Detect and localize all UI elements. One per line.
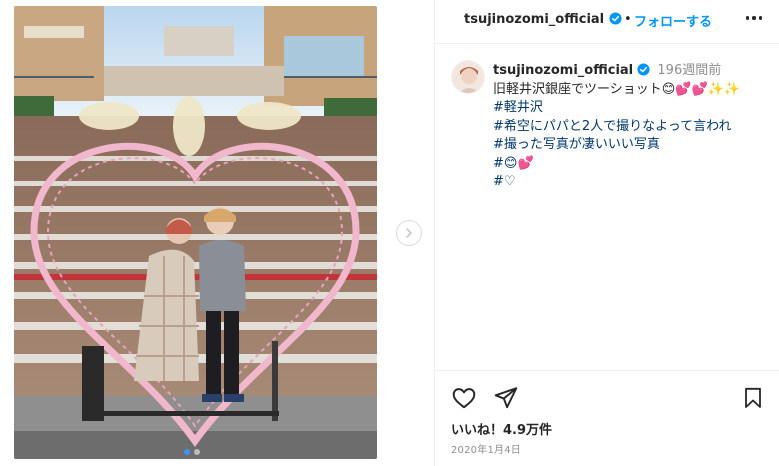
post-date[interactable]: 2020年1月4日 bbox=[451, 441, 521, 456]
avatar-image bbox=[452, 61, 484, 93]
hashtag-link[interactable]: #軽井沢 bbox=[493, 99, 779, 118]
caption-text: 旧軽井沢銀座でツーショット😊💕💕✨✨ bbox=[493, 81, 741, 97]
carousel-dot bbox=[194, 449, 200, 455]
header-separator: • bbox=[624, 12, 632, 27]
header-username[interactable]: tsujinozomi_official bbox=[464, 12, 604, 27]
instagram-post-window: tsujinozomi_official • フォローする tsujinozom… bbox=[0, 0, 779, 466]
verified-badge-icon bbox=[609, 12, 622, 25]
carousel-next-button[interactable] bbox=[396, 220, 422, 246]
post-header: tsujinozomi_official • フォローする bbox=[435, 0, 779, 44]
post-actions: いいね！4.9万件 2020年1月4日 bbox=[435, 370, 779, 466]
post-media-area bbox=[0, 0, 434, 466]
share-button[interactable] bbox=[493, 385, 519, 411]
chevron-right-icon bbox=[406, 228, 412, 238]
paper-plane-icon bbox=[494, 387, 518, 409]
follow-button[interactable]: フォローする bbox=[634, 11, 712, 30]
caption-body: tsujinozomi_official 196週間前 旧軽井沢銀座でツーショッ… bbox=[493, 62, 779, 192]
more-horizontal-icon bbox=[758, 16, 763, 20]
carousel-indicator bbox=[184, 449, 200, 455]
more-horizontal-icon bbox=[752, 16, 756, 20]
header-username-link[interactable]: tsujinozomi_official bbox=[464, 12, 622, 27]
hashtag-link[interactable]: #♡ bbox=[493, 173, 779, 192]
more-options-button[interactable] bbox=[743, 10, 765, 26]
save-button[interactable] bbox=[741, 385, 765, 411]
caption-username[interactable]: tsujinozomi_official bbox=[493, 63, 633, 78]
more-horizontal-icon bbox=[745, 16, 750, 20]
like-button[interactable] bbox=[451, 385, 477, 411]
bookmark-outline-icon bbox=[745, 387, 761, 408]
photo-illustration bbox=[14, 6, 377, 459]
avatar[interactable] bbox=[451, 60, 485, 94]
hashtag-link[interactable]: #撮った写真が凄いいい写真 bbox=[493, 136, 779, 155]
caption-timestamp[interactable]: 196週間前 bbox=[657, 63, 721, 78]
hashtag-link[interactable]: #😊💕 bbox=[493, 155, 779, 174]
hashtag-link[interactable]: #希空にパパと2人で撮りなよって言われ bbox=[493, 118, 779, 137]
post-photo[interactable] bbox=[14, 6, 377, 459]
like-count[interactable]: いいね！4.9万件 bbox=[451, 419, 552, 438]
post-side-panel: tsujinozomi_official • フォローする tsujinozom… bbox=[435, 0, 779, 466]
carousel-dot-active bbox=[184, 449, 190, 455]
heart-outline-icon bbox=[452, 388, 476, 409]
verified-badge-icon bbox=[637, 63, 650, 76]
